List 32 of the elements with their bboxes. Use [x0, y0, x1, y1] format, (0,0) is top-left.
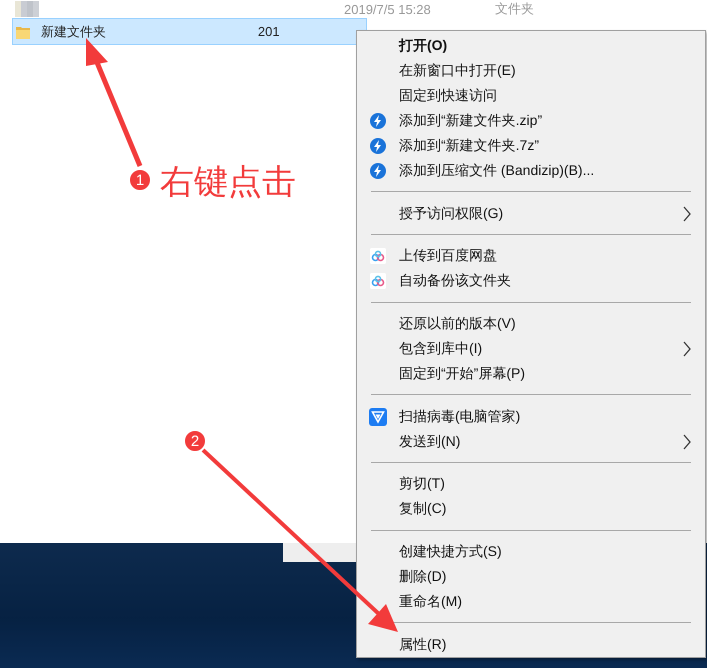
lightning-icon [370, 113, 386, 130]
menu-item[interactable]: 固定到快速访问 [399, 87, 497, 106]
menu-item[interactable]: 添加到“新建文件夹.7z” [399, 137, 539, 155]
file-type: 文件夹 [495, 0, 534, 18]
menu-item[interactable]: 上传到百度网盘 [399, 247, 497, 266]
lightning-icon [370, 138, 386, 154]
menu-item[interactable]: 打开(O) [399, 37, 448, 56]
file-row[interactable]: 新建文件夹 201 [12, 18, 367, 45]
menu-item[interactable]: 发送到(N) [399, 432, 460, 451]
menu-item[interactable]: 在新窗口中打开(E) [399, 62, 516, 80]
cloud-icon [370, 248, 386, 264]
lightning-icon [370, 162, 386, 179]
menu-item[interactable]: 复制(C) [399, 500, 446, 518]
menu-item[interactable]: 扫描病毒(电脑管家) [399, 408, 520, 426]
file-date: 2019/7/5 15:28 [344, 2, 432, 16]
menu-item[interactable]: 属性(R) [399, 636, 446, 654]
menu-item[interactable]: 剪切(T) [399, 475, 445, 494]
shield-icon [369, 408, 387, 426]
menu-item[interactable]: 创建快捷方式(S) [399, 543, 502, 562]
menu-item[interactable]: 还原以前的版本(V) [399, 315, 516, 334]
annotation-caption: 右键点击 [160, 162, 296, 203]
menu-item[interactable]: 添加到“新建文件夹.zip” [399, 112, 542, 130]
cloud-icon [370, 273, 386, 290]
menu-item[interactable]: 删除(D) [399, 568, 446, 586]
menu-item[interactable]: 自动备份该文件夹 [399, 272, 511, 290]
menu-item[interactable]: 包含到库中(I) [399, 340, 482, 358]
menu-item[interactable]: 重命名(M) [399, 592, 462, 611]
file-date: 201 [258, 24, 281, 39]
menu-item[interactable]: 固定到“开始”屏幕(P) [399, 364, 525, 383]
menu-item[interactable]: 授予访问权限(G) [399, 204, 504, 223]
menu-item[interactable]: 添加到压缩文件 (Bandizip)(B)... [399, 162, 594, 180]
file-name: 新建文件夹 [41, 22, 107, 40]
